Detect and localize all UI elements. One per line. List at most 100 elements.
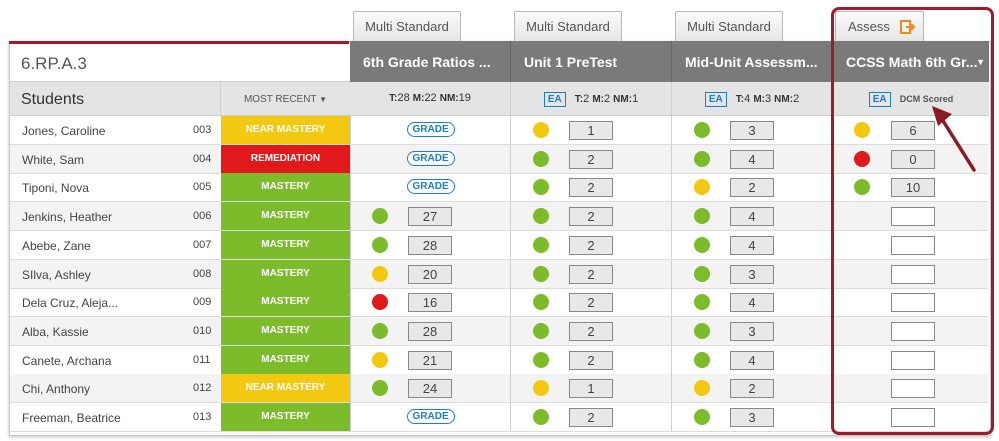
status-badge: MASTERY [221, 316, 351, 345]
student-id: 004 [193, 152, 212, 165]
student-name[interactable]: Tiponi, Nova [10, 173, 185, 201]
score-cell: 4 [672, 144, 833, 173]
score-input[interactable]: 6 [891, 121, 935, 140]
green-dot-icon [694, 294, 710, 311]
score-input[interactable]: 4 [730, 235, 774, 255]
green-dot-icon [694, 122, 710, 138]
score-cell: 4 [672, 230, 833, 259]
students-header: Students [10, 82, 221, 116]
score-cell: 3 [672, 116, 833, 144]
counts-midunit: EA T:4 M:3 NM:2 [672, 82, 833, 116]
student-id: 003 [193, 124, 212, 136]
score-input[interactable] [891, 264, 935, 284]
assess-button[interactable]: Assess [835, 11, 924, 41]
status-badge: MASTERY [221, 345, 351, 374]
score-input[interactable] [891, 350, 935, 370]
most-recent-sort[interactable]: MOST RECENT ▼ [221, 82, 351, 116]
red-dot-icon [372, 294, 388, 311]
student-name[interactable]: Jones, Caroline [10, 116, 185, 144]
score-input[interactable]: 2 [569, 235, 613, 255]
score-cell: 3 [672, 316, 833, 345]
score-input[interactable]: 27 [408, 207, 452, 227]
score-input[interactable] [891, 207, 935, 227]
score-input[interactable]: 28 [408, 235, 452, 255]
table-row: SIlva, Ashley 008 MASTERY 20 2 3 [10, 259, 989, 289]
grade-button[interactable]: GRADE [406, 122, 455, 137]
score-input[interactable]: 24 [408, 379, 452, 399]
green-dot-icon [533, 294, 549, 311]
score-cell: 2 [511, 230, 672, 259]
status-badge: MASTERY [221, 202, 351, 231]
table-row: Canete, Archana 011 MASTERY 21 2 4 [10, 345, 988, 375]
score-input[interactable]: 3 [730, 408, 774, 427]
score-input[interactable]: 2 [730, 178, 774, 198]
assessment-header-midunit[interactable]: Mid-Unit Assessm... [672, 41, 833, 82]
grade-button[interactable]: GRADE [406, 179, 455, 195]
score-input[interactable]: 4 [730, 293, 774, 313]
tab-multi-standard-1[interactable]: Multi Standard [353, 11, 461, 41]
grade-button[interactable]: GRADE [406, 150, 455, 166]
score-input[interactable]: 2 [569, 293, 613, 313]
score-cell: 3 [672, 403, 833, 431]
student-name[interactable]: Jenkins, Heather [10, 202, 185, 230]
score-input[interactable]: 2 [569, 178, 613, 198]
score-input[interactable]: 2 [569, 207, 613, 227]
score-input[interactable]: 0 [891, 149, 935, 169]
score-input[interactable]: 10 [891, 178, 935, 198]
chevron-down-icon[interactable]: ▼ [976, 57, 985, 67]
assessment-header-ratios[interactable]: 6th Grade Ratios ... [350, 41, 511, 82]
score-input[interactable]: 2 [569, 321, 613, 341]
score-input[interactable]: 4 [730, 149, 774, 169]
tab-multi-standard-3[interactable]: Multi Standard [675, 11, 783, 41]
green-dot-icon [533, 409, 549, 425]
score-input[interactable]: 4 [730, 350, 774, 370]
tab-multi-standard-2[interactable]: Multi Standard [514, 11, 622, 41]
score-cell [833, 403, 989, 431]
score-input[interactable] [891, 379, 935, 399]
student-name[interactable]: White, Sam [10, 145, 185, 173]
assessment-header-ccss[interactable]: CCSS Math 6th Gr... ▼ [833, 41, 989, 82]
green-dot-icon [533, 236, 549, 253]
score-input[interactable]: 1 [569, 121, 613, 140]
score-input[interactable]: 28 [408, 321, 452, 341]
student-id: 010 [193, 324, 212, 337]
score-input[interactable]: 21 [408, 350, 452, 370]
score-input[interactable]: 3 [730, 264, 774, 284]
score-input[interactable] [891, 235, 935, 255]
counts-ratios: T:28 M:22 NM:19 [350, 82, 511, 116]
grade-button[interactable]: GRADE [406, 409, 455, 424]
score-input[interactable]: 2 [569, 408, 613, 427]
green-dot-icon [533, 351, 549, 368]
score-input[interactable]: 2 [569, 149, 613, 169]
score-cell: 28 [350, 230, 511, 259]
score-input[interactable] [891, 293, 935, 313]
score-input[interactable]: 2 [730, 379, 774, 399]
assessment-header-pretest[interactable]: Unit 1 PreTest [511, 41, 672, 82]
student-name[interactable]: SIlva, Ashley [10, 260, 185, 288]
student-name[interactable]: Alba, Kassie [10, 317, 185, 345]
student-name[interactable]: Chi, Anthony [10, 374, 185, 402]
dcm-scored-label: DCM Scored [899, 94, 954, 104]
score-cell: 4 [672, 288, 833, 317]
student-name[interactable]: Abebe, Zane [10, 231, 185, 259]
score-input[interactable] [891, 321, 935, 341]
yellow-dot-icon [854, 122, 870, 138]
score-cell: 2 [511, 202, 672, 231]
score-cell [833, 260, 989, 288]
green-dot-icon [533, 265, 549, 282]
score-input[interactable]: 3 [730, 121, 774, 140]
student-name[interactable]: Dela Cruz, Aleja... [10, 288, 185, 316]
students-label: Students [21, 91, 85, 108]
score-input[interactable]: 2 [569, 264, 613, 284]
arrow-annotation [932, 106, 976, 172]
score-input[interactable] [891, 408, 935, 427]
student-name[interactable]: Canete, Archana [10, 346, 185, 374]
score-input[interactable]: 20 [408, 264, 452, 284]
student-name[interactable]: Freeman, Beatrice [10, 403, 185, 431]
score-input[interactable]: 1 [569, 379, 613, 399]
score-input[interactable]: 16 [408, 293, 452, 313]
score-input[interactable]: 2 [569, 350, 613, 370]
score-input[interactable]: 3 [730, 321, 774, 341]
score-cell [833, 374, 989, 402]
score-input[interactable]: 4 [730, 207, 774, 227]
